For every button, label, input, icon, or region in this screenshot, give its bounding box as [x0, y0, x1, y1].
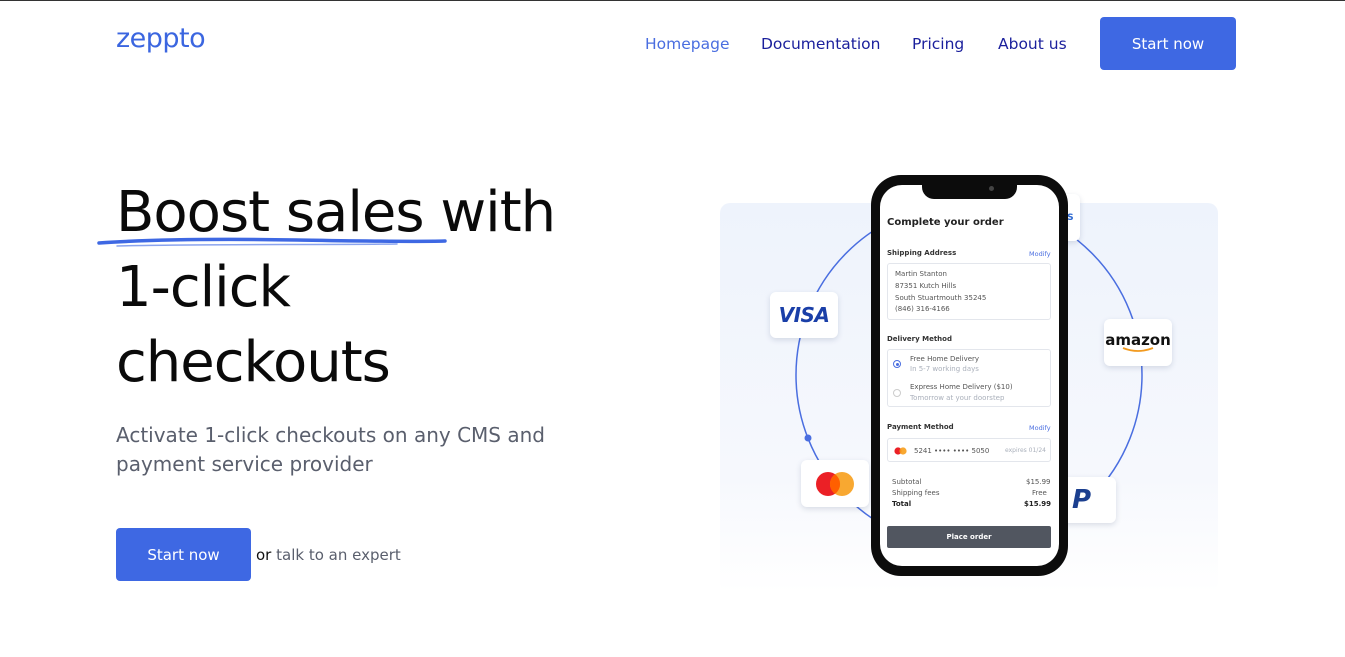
- nav-item-about-us[interactable]: About us: [998, 35, 1067, 53]
- place-order-button[interactable]: Place order: [887, 526, 1051, 548]
- delivery-option-name: Free Home Delivery: [910, 355, 980, 363]
- delivery-radio-express[interactable]: [893, 389, 901, 397]
- hero-title-line-2: 1-click: [116, 255, 291, 320]
- amazon-card-icon: amazon: [1104, 319, 1172, 366]
- title-underline-stroke: [97, 237, 447, 247]
- delivery-method-label: Delivery Method: [887, 335, 952, 343]
- address-line: South Stuartmouth 35245: [895, 294, 987, 302]
- talk-to-expert-link[interactable]: talk to an expert: [276, 546, 401, 564]
- paypal-card-icon: P: [1062, 477, 1116, 523]
- summary-label: Subtotal: [892, 478, 922, 486]
- nav-item-pricing[interactable]: Pricing: [912, 35, 964, 53]
- cta-alternative: or talk to an expert: [256, 546, 401, 564]
- phone-notch: [922, 182, 1017, 199]
- or-text: or: [256, 546, 272, 564]
- card-expiry: expires 01/24: [1005, 447, 1046, 454]
- hero-start-now-button[interactable]: Start now: [116, 528, 251, 581]
- summary-label: Total: [892, 500, 912, 508]
- mastercard-mini-icon: [894, 447, 907, 455]
- payment-method-label: Payment Method: [887, 423, 954, 431]
- summary-value: $15.99: [1024, 500, 1052, 508]
- nav-start-now-button[interactable]: Start now: [1100, 17, 1236, 70]
- delivery-option-name: Express Home Delivery ($10): [910, 383, 1013, 391]
- shipping-modify-link[interactable]: Modify: [1029, 250, 1051, 258]
- summary-value: Free: [1032, 489, 1047, 497]
- summary-label: Shipping fees: [892, 489, 940, 497]
- hero-title-line-3: checkouts: [116, 330, 391, 395]
- address-line: Martin Stanton: [895, 270, 947, 278]
- hero-subtitle: Activate 1-click checkouts on any CMS an…: [116, 423, 545, 476]
- nav-item-homepage[interactable]: Homepage: [645, 35, 730, 53]
- delivery-radio-free[interactable]: [893, 360, 901, 368]
- payment-modify-link[interactable]: Modify: [1029, 424, 1051, 432]
- address-line: 87351 Kutch Hills: [895, 282, 957, 290]
- mastercard-logo-icon: [816, 471, 854, 496]
- hero-title-line-1: Boost sales with: [116, 180, 556, 245]
- address-line: (846) 316-4166: [895, 305, 950, 313]
- visa-card-icon: VISA: [770, 292, 838, 338]
- nav-item-documentation[interactable]: Documentation: [761, 35, 881, 53]
- shipping-address-label: Shipping Address: [887, 249, 957, 257]
- delivery-option-detail: Tomorrow at your doorstep: [910, 394, 1005, 402]
- logo[interactable]: zeppto: [116, 23, 206, 54]
- camera-icon: [989, 186, 994, 191]
- summary-value: $15.99: [1026, 478, 1051, 486]
- amazon-smile-icon: [1122, 346, 1154, 352]
- mastercard-card-icon: [801, 460, 869, 507]
- card-number: 5241 •••• •••• 5050: [914, 447, 990, 455]
- delivery-option-detail: In 5-7 working days: [910, 365, 979, 373]
- checkout-title: Complete your order: [887, 217, 1004, 228]
